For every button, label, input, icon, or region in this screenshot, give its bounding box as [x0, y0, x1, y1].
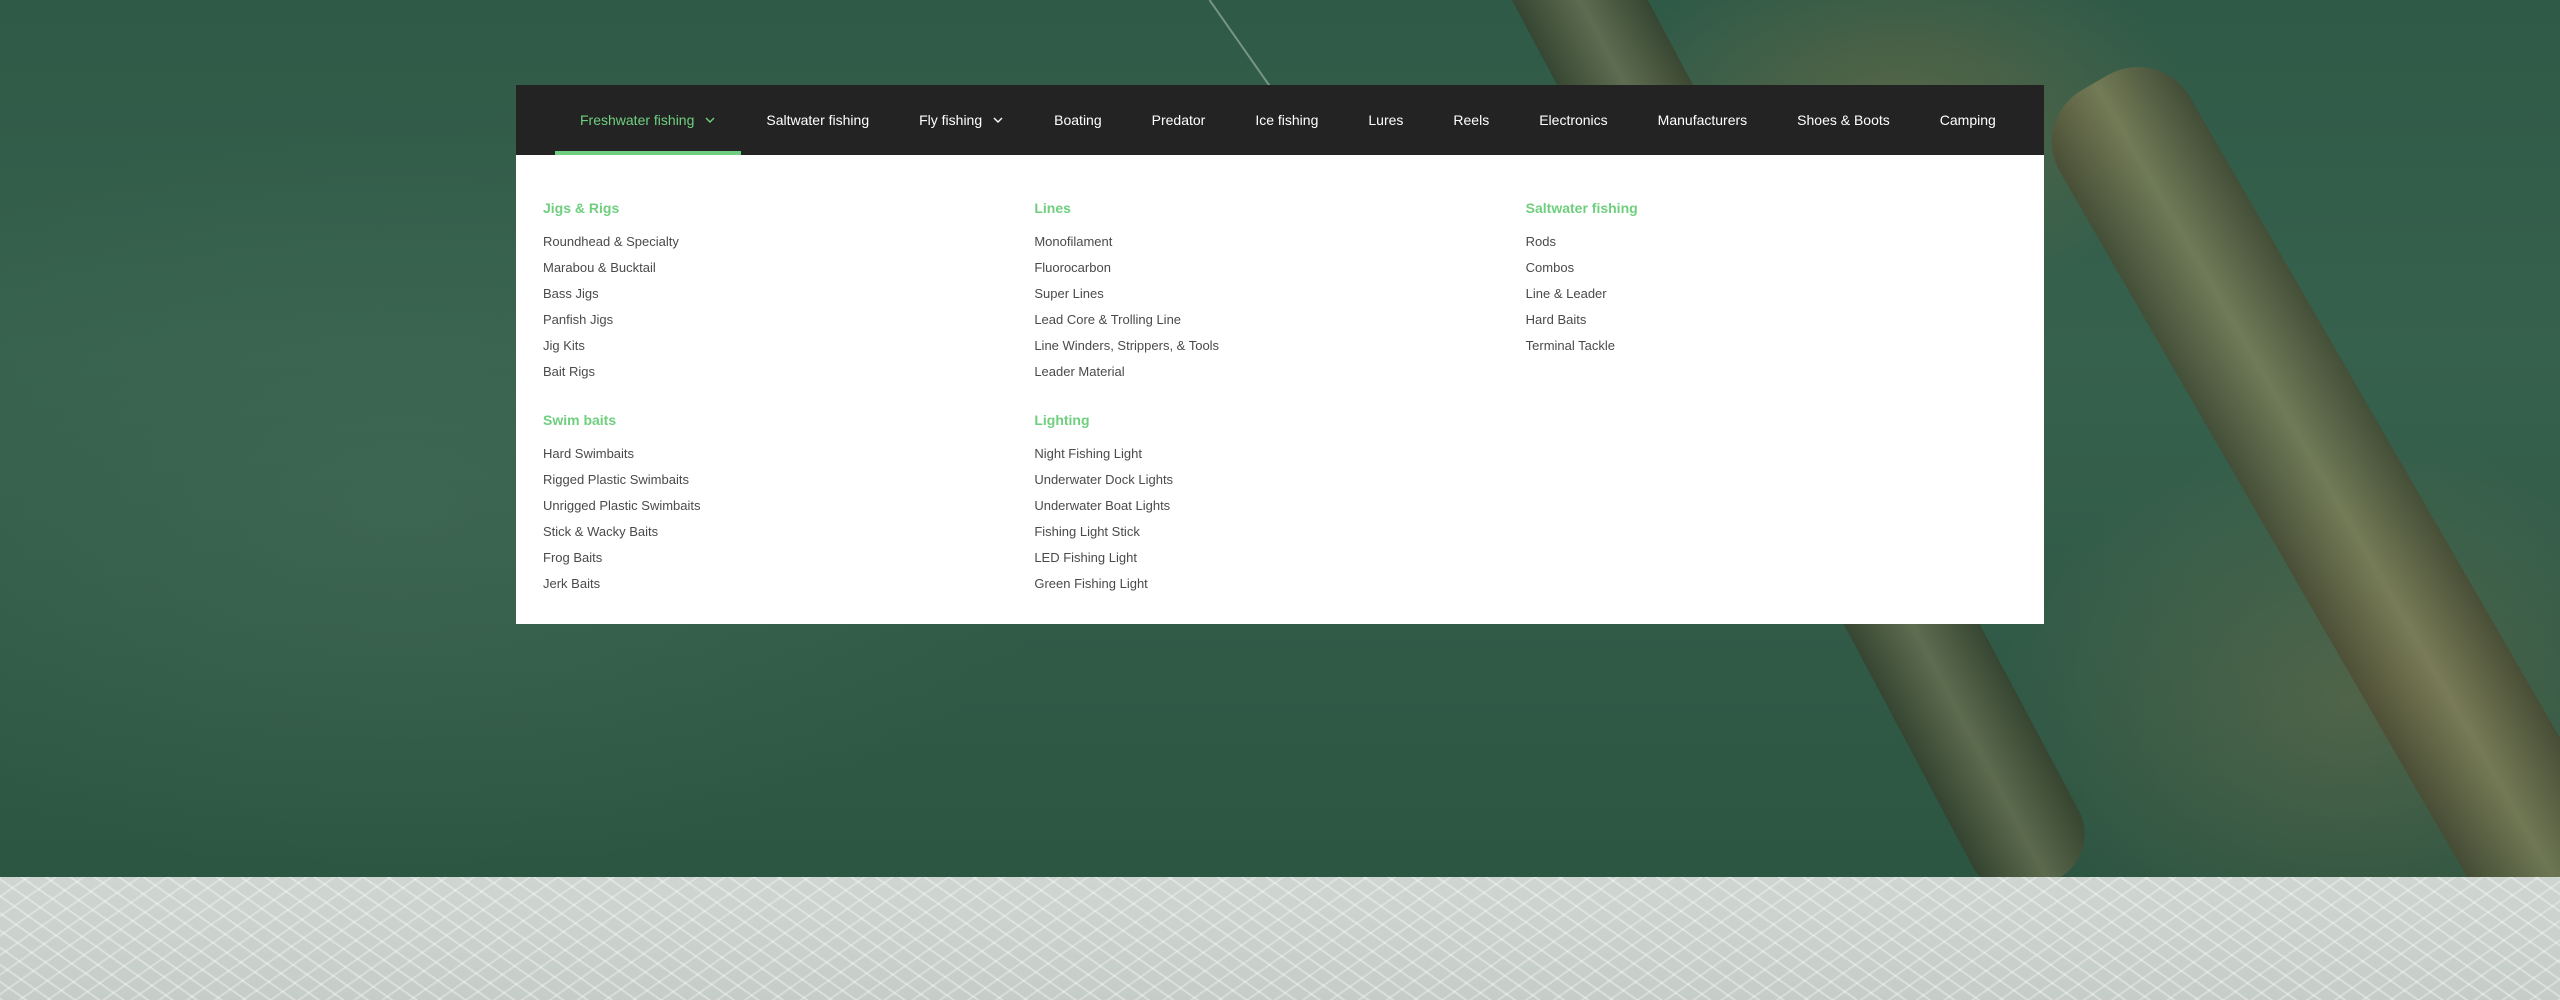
- nav-item-label: Lures: [1368, 112, 1404, 128]
- menu-link-jerk-baits[interactable]: Jerk Baits: [543, 571, 1034, 597]
- menu-link-underwater-boat-lights[interactable]: Underwater Boat Lights: [1034, 493, 1525, 519]
- menu-link-fluorocarbon[interactable]: Fluorocarbon: [1034, 255, 1525, 281]
- nav-item-label: Freshwater fishing: [580, 112, 695, 128]
- menu-link-leader-material[interactable]: Leader Material: [1034, 359, 1525, 385]
- menu-link-marabou-and-bucktail[interactable]: Marabou & Bucktail: [543, 255, 1034, 281]
- menu-link-list: Rods Combos Line & Leader Hard Baits Termina…: [1526, 229, 2017, 359]
- menu-link-roundhead-and-specialty[interactable]: Roundhead & Specialty: [543, 229, 1034, 255]
- fishing-rod-image: [2030, 45, 2560, 877]
- mega-menu-column: Lines Monofilament Fluorocarbon Super Lines…: [1034, 199, 1525, 624]
- nav-item-manufacturers[interactable]: Manufacturers: [1633, 85, 1772, 155]
- menu-group-jigs-and-rigs: Jigs & Rigs Roundhead & Specialty Marabou …: [543, 199, 1034, 385]
- menu-link-lead-core-and-trolling-line[interactable]: Lead Core & Trolling Line: [1034, 307, 1525, 333]
- menu-link-hard-swimbaits[interactable]: Hard Swimbaits: [543, 441, 1034, 467]
- nav-item-lures[interactable]: Lures: [1343, 85, 1428, 155]
- menu-link-list: Hard Swimbaits Rigged Plastic Swimbaits Un…: [543, 441, 1034, 597]
- menu-link-rods[interactable]: Rods: [1526, 229, 2017, 255]
- nav-item-label: Electronics: [1539, 112, 1608, 128]
- nav-item-label: Ice fishing: [1255, 112, 1319, 128]
- menu-link-list: Night Fishing Light Underwater Dock Light…: [1034, 441, 1525, 597]
- menu-link-jig-kits[interactable]: Jig Kits: [543, 333, 1034, 359]
- menu-link-stick-and-wacky-baits[interactable]: Stick & Wacky Baits: [543, 519, 1034, 545]
- nav-item-label: Camping: [1939, 112, 1996, 128]
- menu-group-title[interactable]: Lighting: [1034, 411, 1525, 429]
- menu-link-list: Roundhead & Specialty Marabou & Bucktail B…: [543, 229, 1034, 385]
- nav-item-label: Fly fishing: [919, 112, 983, 128]
- menu-group-saltwater-fishing: Saltwater fishing Rods Combos Line & Leader…: [1526, 199, 2017, 359]
- chevron-down-icon: [704, 114, 716, 126]
- nav-item-label: Manufacturers: [1657, 112, 1748, 128]
- menu-link-rigged-plastic-swimbaits[interactable]: Rigged Plastic Swimbaits: [543, 467, 1034, 493]
- menu-link-combos[interactable]: Combos: [1526, 255, 2017, 281]
- menu-group-swim-baits: Swim baits Hard Swimbaits Rigged Plastic S…: [543, 411, 1034, 597]
- nav-item-fly-fishing[interactable]: Fly fishing: [894, 85, 1029, 155]
- nav-item-label: Reels: [1453, 112, 1490, 128]
- menu-link-monofilament[interactable]: Monofilament: [1034, 229, 1525, 255]
- menu-link-fishing-light-stick[interactable]: Fishing Light Stick: [1034, 519, 1525, 545]
- menu-group-lighting: Lighting Night Fishing Light Underwater Do…: [1034, 411, 1525, 597]
- nav-item-boating[interactable]: Boating: [1029, 85, 1126, 155]
- menu-link-panfish-jigs[interactable]: Panfish Jigs: [543, 307, 1034, 333]
- mega-menu-dropdown: Jigs & Rigs Roundhead & Specialty Marabou …: [516, 155, 2044, 624]
- menu-link-frog-baits[interactable]: Frog Baits: [543, 545, 1034, 571]
- menu-link-super-lines[interactable]: Super Lines: [1034, 281, 1525, 307]
- menu-link-underwater-dock-lights[interactable]: Underwater Dock Lights: [1034, 467, 1525, 493]
- menu-link-bass-jigs[interactable]: Bass Jigs: [543, 281, 1034, 307]
- menu-link-terminal-tackle[interactable]: Terminal Tackle: [1526, 333, 2017, 359]
- nav-item-shoes-and-boots[interactable]: Shoes & Boots: [1772, 85, 1915, 155]
- menu-group-title[interactable]: Saltwater fishing: [1526, 199, 2017, 217]
- navbar: Freshwater fishing Saltwater fishing Fly f…: [516, 85, 2044, 155]
- nav-item-label: Saltwater fishing: [766, 112, 870, 128]
- nav-item-label: Predator: [1151, 112, 1206, 128]
- mega-menu-column: Jigs & Rigs Roundhead & Specialty Marabou …: [543, 199, 1034, 624]
- menu-link-unrigged-plastic-swimbaits[interactable]: Unrigged Plastic Swimbaits: [543, 493, 1034, 519]
- nav-item-camping[interactable]: Camping: [1915, 85, 2021, 155]
- menu-link-led-fishing-light[interactable]: LED Fishing Light: [1034, 545, 1525, 571]
- nav-item-ice-fishing[interactable]: Ice fishing: [1230, 85, 1343, 155]
- menu-group-title[interactable]: Lines: [1034, 199, 1525, 217]
- menu-group-title[interactable]: Jigs & Rigs: [543, 199, 1034, 217]
- nav-item-label: Boating: [1054, 112, 1102, 128]
- nav-item-label: Shoes & Boots: [1797, 112, 1890, 128]
- fishing-line-image: [1208, 0, 1274, 91]
- menu-link-list: Monofilament Fluorocarbon Super Lines Lead …: [1034, 229, 1525, 385]
- nav-item-reels[interactable]: Reels: [1428, 85, 1514, 155]
- chevron-down-icon: [992, 114, 1004, 126]
- menu-link-green-fishing-light[interactable]: Green Fishing Light: [1034, 571, 1525, 597]
- nav-item-electronics[interactable]: Electronics: [1514, 85, 1632, 155]
- menu-group-lines: Lines Monofilament Fluorocarbon Super Lines…: [1034, 199, 1525, 385]
- menu-link-night-fishing-light[interactable]: Night Fishing Light: [1034, 441, 1525, 467]
- nav-item-freshwater-fishing[interactable]: Freshwater fishing: [555, 85, 742, 155]
- netting-background: [0, 877, 2560, 1000]
- nav-item-predator[interactable]: Predator: [1127, 85, 1231, 155]
- mega-menu-column: Saltwater fishing Rods Combos Line & Leader…: [1526, 199, 2017, 624]
- main-navigation: Freshwater fishing Saltwater fishing Fly f…: [516, 85, 2044, 624]
- menu-link-line-and-leader[interactable]: Line & Leader: [1526, 281, 2017, 307]
- menu-link-line-winders-strippers-and-tools[interactable]: Line Winders, Strippers, & Tools: [1034, 333, 1525, 359]
- nav-item-saltwater-fishing[interactable]: Saltwater fishing: [741, 85, 894, 155]
- menu-group-title[interactable]: Swim baits: [543, 411, 1034, 429]
- menu-link-bait-rigs[interactable]: Bait Rigs: [543, 359, 1034, 385]
- menu-link-hard-baits[interactable]: Hard Baits: [1526, 307, 2017, 333]
